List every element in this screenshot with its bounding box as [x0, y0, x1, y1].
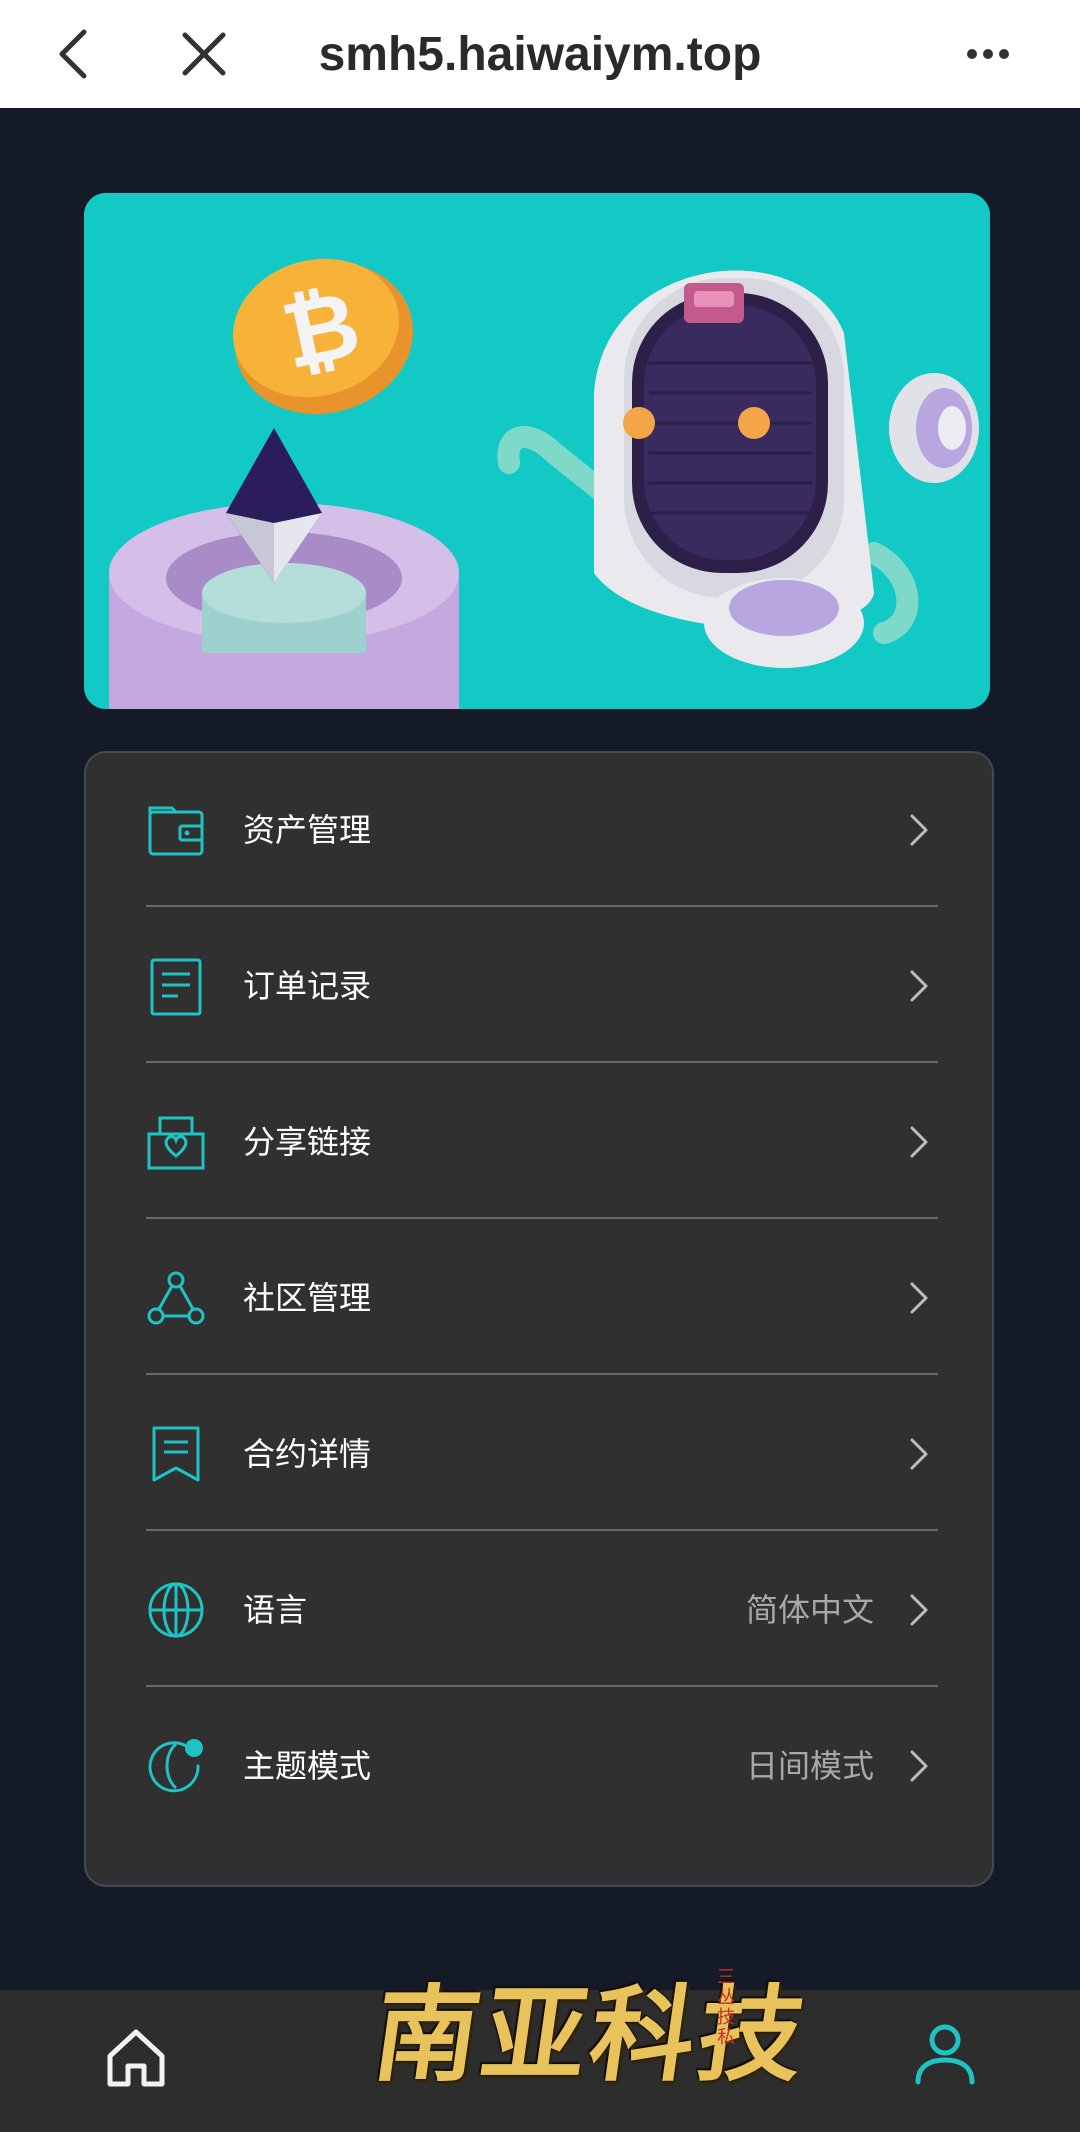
browser-top-bar: smh5.haiwaiym.top: [0, 0, 1080, 108]
chevron-right-icon: [910, 1594, 928, 1626]
home-icon[interactable]: [104, 2026, 168, 2090]
menu-item-label: 语言: [243, 1591, 308, 1629]
chevron-right-icon: [910, 1438, 928, 1470]
menu-item-order-records[interactable]: 订单记录: [146, 909, 938, 1063]
globe-icon: [148, 1582, 204, 1638]
more-horizontal-icon: [967, 49, 1009, 59]
divider: [146, 1061, 938, 1063]
menu-item-theme-mode[interactable]: 主题模式 日间模式: [146, 1689, 938, 1843]
divider: [146, 1685, 938, 1687]
back-button[interactable]: [34, 14, 114, 94]
menu-item-label: 资产管理: [243, 811, 372, 849]
page-url[interactable]: smh5.haiwaiym.top: [200, 14, 880, 94]
share-heart-icon: [147, 1116, 205, 1170]
menu-item-value: 日间模式: [745, 1747, 874, 1785]
menu-item-label: 主题模式: [243, 1747, 372, 1785]
menu-item-label: 合约详情: [243, 1435, 372, 1473]
chevron-right-icon: [910, 1750, 928, 1782]
chevron-right-icon: [910, 1282, 928, 1314]
community-icon: [147, 1271, 205, 1325]
theme-icon: [148, 1739, 203, 1793]
watermark-logo: 南亚科技 三丛技私: [355, 1950, 815, 2132]
menu-item-value: 简体中文: [745, 1591, 874, 1629]
chevron-right-icon: [910, 1126, 928, 1158]
divider: [146, 1217, 938, 1219]
divider: [146, 1529, 938, 1531]
promo-banner[interactable]: ₿: [84, 193, 990, 709]
menu-item-share-link[interactable]: 分享链接: [146, 1065, 938, 1219]
watermark-seal: 三丛技私: [717, 1967, 735, 2048]
chevron-left-icon: [59, 29, 87, 79]
menu-item-contract-details[interactable]: 合约详情: [146, 1377, 938, 1531]
crypto-robot-illustration: ₿: [84, 193, 990, 709]
menu-card: 资产管理 订单记录 分享链接 社区管理 合约详情 语言 简体中文 主题模式 日间…: [84, 751, 994, 1887]
user-icon[interactable]: [912, 2022, 978, 2088]
chevron-right-icon: [910, 970, 928, 1002]
divider: [146, 905, 938, 907]
divider: [146, 1373, 938, 1375]
chevron-right-icon: [910, 814, 928, 846]
more-button[interactable]: [948, 14, 1028, 94]
menu-item-community-management[interactable]: 社区管理: [146, 1221, 938, 1375]
menu-item-label: 订单记录: [243, 967, 372, 1005]
menu-item-asset-management[interactable]: 资产管理: [146, 753, 938, 907]
menu-item-language[interactable]: 语言 简体中文: [146, 1533, 938, 1687]
menu-item-label: 社区管理: [243, 1279, 372, 1317]
document-icon: [150, 958, 202, 1016]
wallet-icon: [148, 806, 204, 856]
menu-item-label: 分享链接: [243, 1123, 372, 1161]
contract-icon: [152, 1426, 200, 1482]
